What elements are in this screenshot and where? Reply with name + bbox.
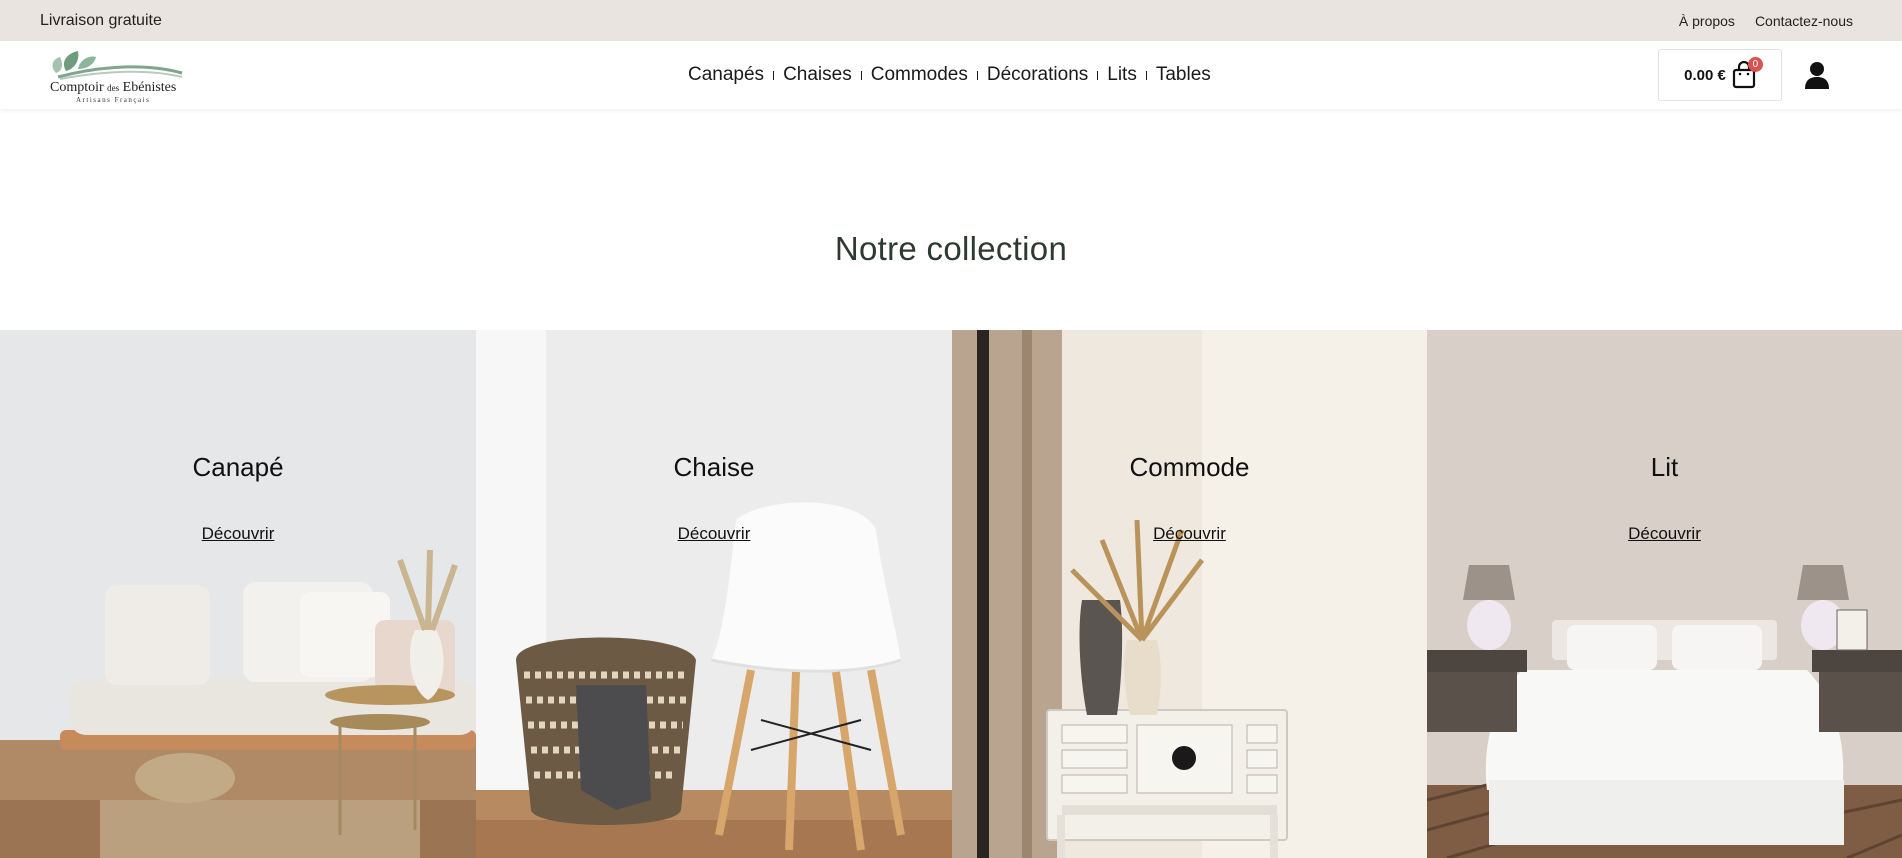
sofa-image: [0, 330, 476, 858]
site-logo[interactable]: Comptoir des Ebénistes Artisans Français: [48, 47, 183, 105]
nav-item-tables[interactable]: Tables: [1147, 64, 1220, 86]
nav-item-decorations[interactable]: Décorations: [978, 64, 1097, 86]
shopping-bag-icon: 0: [1732, 57, 1763, 89]
nav-item-lits[interactable]: Lits: [1098, 64, 1146, 86]
discover-link[interactable]: Découvrir: [952, 524, 1427, 544]
chair-image: [476, 330, 952, 858]
leaf-logo-icon: [52, 51, 183, 80]
category-title: Commode: [1129, 452, 1250, 482]
contact-link[interactable]: Contactez-nous: [1755, 13, 1853, 29]
user-icon[interactable]: [1804, 61, 1830, 89]
category-grid: Canapé Découvrir Chaise Découvrir Commod…: [0, 330, 1902, 858]
top-links: À propos Contactez-nous: [1679, 0, 1853, 41]
nav-item-commodes[interactable]: Commodes: [862, 64, 977, 86]
nav-item-chaises[interactable]: Chaises: [774, 64, 861, 86]
about-link[interactable]: À propos: [1679, 13, 1735, 29]
discover-link[interactable]: Découvrir: [0, 524, 476, 544]
category-title: Canapé: [192, 452, 284, 482]
cart-button[interactable]: 0.00 € 0: [1658, 49, 1782, 101]
category-card-commode[interactable]: Commode Découvrir: [952, 330, 1427, 858]
cart-total: 0.00 €: [1684, 66, 1726, 84]
dresser-image: [952, 330, 1427, 858]
site-header: Comptoir des Ebénistes Artisans Français…: [0, 41, 1902, 109]
free-shipping-text: Livraison gratuite: [40, 11, 162, 29]
logo-tagline: Artisans Français: [76, 96, 151, 104]
category-card-chaise[interactable]: Chaise Découvrir: [476, 330, 952, 858]
bed-image: [1427, 330, 1902, 858]
discover-link[interactable]: Découvrir: [476, 524, 952, 544]
discover-link[interactable]: Découvrir: [1427, 524, 1902, 544]
cart-count-badge: 0: [1747, 57, 1763, 72]
top-bar: Livraison gratuite À propos Contactez-no…: [0, 0, 1902, 41]
main-nav: Canapés Chaises Commodes Décorations Lit…: [679, 41, 1220, 109]
collection-heading: Notre collection: [834, 230, 1068, 267]
logo-name: Comptoir des Ebénistes: [50, 80, 177, 95]
nav-item-canapes[interactable]: Canapés: [679, 64, 773, 86]
category-title: Lit: [1650, 452, 1679, 482]
category-card-lit[interactable]: Lit Découvrir: [1427, 330, 1902, 858]
category-title: Chaise: [673, 452, 755, 482]
category-card-canape[interactable]: Canapé Découvrir: [0, 330, 476, 858]
